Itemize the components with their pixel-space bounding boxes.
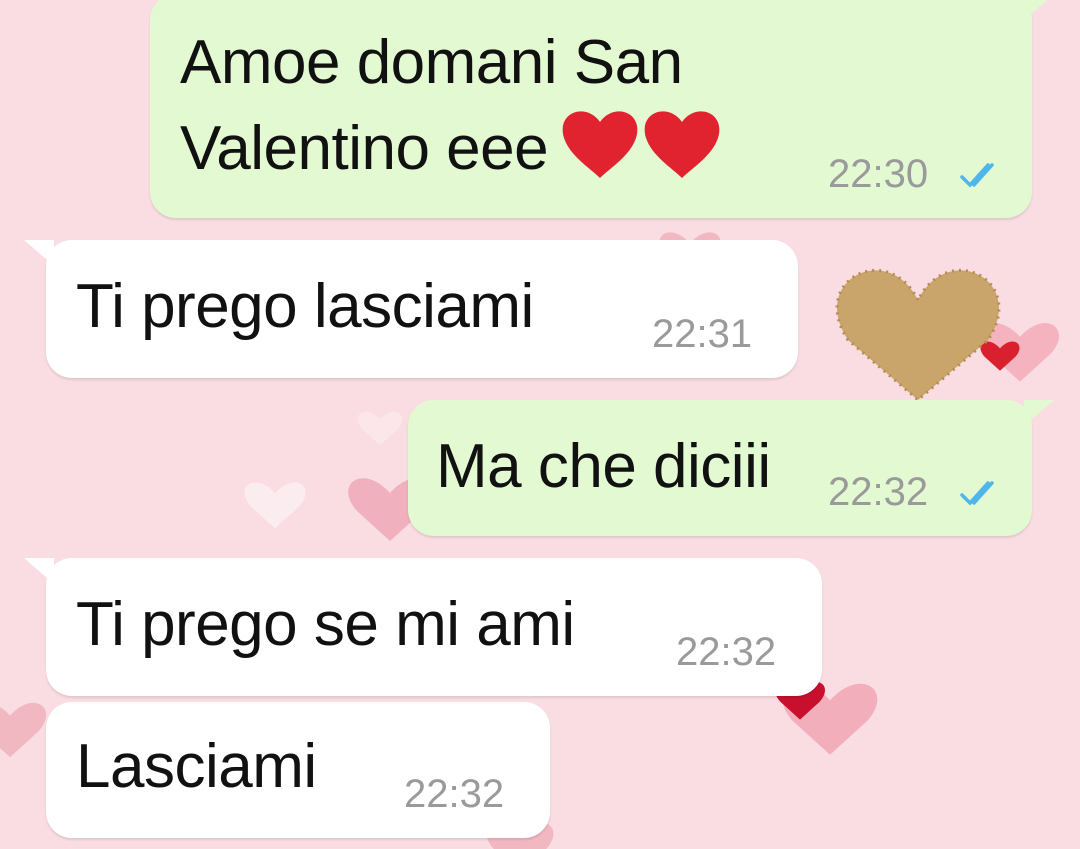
red-heart-icon: [562, 111, 720, 178]
message-time: 22:31: [652, 312, 753, 356]
incoming-message-bubble[interactable]: Ti prego se mi ami 22:32: [24, 558, 822, 696]
message-time: 22:30: [828, 152, 929, 196]
incoming-message-bubble[interactable]: Ti prego lasciami 22:31: [24, 240, 798, 378]
heart-emojis: [558, 106, 728, 199]
message-text: Valentino eee: [180, 106, 728, 199]
message-text: Ti prego lasciami: [76, 272, 534, 341]
bubble-tail: [1024, 0, 1048, 20]
message-text: Lasciami: [76, 732, 317, 801]
read-receipt-ticks-icon: [960, 163, 994, 188]
incoming-message-bubble[interactable]: Lasciami 22:32: [46, 702, 550, 838]
bubble-tail: [1024, 400, 1054, 426]
outgoing-message-bubble[interactable]: Ma che diciii 22:32: [408, 400, 1054, 536]
bubble-tail: [24, 558, 54, 584]
read-receipt-ticks-icon: [960, 481, 994, 506]
bubble-tail: [24, 240, 54, 266]
message-time: 22:32: [828, 470, 929, 514]
message-text: Ti prego se mi ami: [76, 590, 575, 659]
message-text: Ma che diciii: [436, 432, 771, 501]
message-time: 22:32: [404, 772, 505, 816]
message-text-line: Valentino eee: [180, 113, 549, 183]
message-time: 22:32: [676, 630, 777, 674]
outgoing-message-bubble[interactable]: Amoe domani San Valentino eee 22:30: [150, 0, 1048, 218]
message-text: Amoe domani San: [180, 28, 683, 97]
